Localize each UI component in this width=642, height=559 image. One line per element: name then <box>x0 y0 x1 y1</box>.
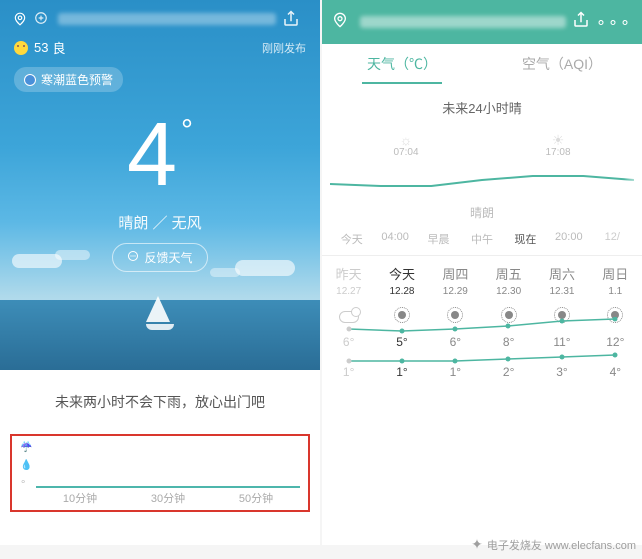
day-date: 1.1 <box>589 286 642 297</box>
sailboat-icon <box>146 296 174 330</box>
rain-mid-icon: 💧 <box>20 460 32 471</box>
sunset: ☀ 17:08 <box>545 133 570 158</box>
tab-air[interactable]: 空气（AQI） <box>482 44 642 84</box>
day-col: 周四 12.29 6° 1° <box>429 264 482 379</box>
precipitation-x-axis: 10分钟 30分钟 50分钟 <box>36 490 300 506</box>
day-name: 今天 <box>375 264 428 283</box>
hourly-temp-curve <box>330 166 634 194</box>
day-col: 周六 12.31 11° 3° <box>535 264 588 379</box>
location-add-icon[interactable] <box>34 11 48 28</box>
cloud-icon <box>339 311 359 323</box>
day-col: 周日 1.1 12° 4° <box>589 264 642 379</box>
day-name: 周六 <box>535 264 588 283</box>
day-low: 2° <box>482 365 535 379</box>
day-col-today: 今天 12.28 5° 1° <box>375 264 428 379</box>
publish-time: 刚刚发布 <box>262 40 306 56</box>
condition-text: 晴朗 ／ 无风 <box>0 212 320 233</box>
precipitation-chart: ☔ 💧 ∘ 10分钟 30分钟 50分钟 <box>10 434 310 512</box>
sunny-icon <box>394 307 410 323</box>
day-date: 12.28 <box>375 286 428 297</box>
tab-weather[interactable]: 天气（℃） <box>322 44 482 84</box>
temperature-value: 4 <box>127 105 177 205</box>
share-icon[interactable] <box>282 10 300 28</box>
day-date: 12.29 <box>429 286 482 297</box>
day-high: 6° <box>322 335 375 349</box>
day-col-yesterday: 昨天 12.27 6° 1° <box>322 264 375 379</box>
day-name: 昨天 <box>322 264 375 283</box>
sunrise-icon: ☼ <box>393 133 418 147</box>
sunny-icon <box>501 307 517 323</box>
day-low: 1° <box>375 365 428 379</box>
x-tick: 50分钟 <box>239 490 273 506</box>
hourly-forecast-panel[interactable]: 未来24小时晴 ☼ 07:04 ☀ 17:08 晴朗 今天 04:00 早晨 中… <box>322 84 642 256</box>
alert-text: 寒潮蓝色预警 <box>41 71 113 88</box>
hourly-timeline: 今天 04:00 早晨 中午 现在 20:00 12/ <box>330 231 634 247</box>
day-name: 周五 <box>482 264 535 283</box>
x-tick: 10分钟 <box>63 490 97 506</box>
time-cell: 04:00 <box>373 231 416 247</box>
day-high: 5° <box>375 335 428 349</box>
day-high: 11° <box>535 335 588 349</box>
hourly-title: 未来24小时晴 <box>330 98 634 117</box>
weather-app-forecast-screen: ∘∘∘ 天气（℃） 空气（AQI） 未来24小时晴 ☼ 07:04 ☀ 17:0… <box>322 0 642 545</box>
aqi-face-icon <box>14 41 28 55</box>
day-date: 12.27 <box>322 286 375 297</box>
location-pin-icon[interactable] <box>12 11 28 27</box>
x-tick: 30分钟 <box>151 490 185 506</box>
clouds-decoration <box>0 250 320 290</box>
sunset-time: 17:08 <box>545 147 570 158</box>
sunrise-time: 07:04 <box>393 147 418 158</box>
sunrise: ☼ 07:04 <box>393 133 418 158</box>
weather-alert-pill[interactable]: 寒潮蓝色预警 <box>14 67 123 92</box>
hourly-condition: 晴朗 <box>330 204 634 221</box>
weather-tabs: 天气（℃） 空气（AQI） <box>322 44 642 84</box>
weather-app-main-screen: 53 良 刚刚发布 寒潮蓝色预警 4° 晴朗 ／ 无风 反馈天气 <box>0 0 320 545</box>
more-icon[interactable]: ∘∘∘ <box>596 12 632 32</box>
day-col: 周五 12.30 8° 2° <box>482 264 535 379</box>
aqi-value: 53 <box>34 40 48 55</box>
time-cell: 12/ <box>591 231 634 247</box>
top-bar <box>0 0 320 38</box>
degree-symbol: ° <box>181 114 193 147</box>
location-text-redacted <box>58 13 276 25</box>
precipitation-line <box>36 486 300 488</box>
time-cell: 中午 <box>460 231 503 247</box>
time-cell-now: 现在 <box>504 231 547 247</box>
sunny-icon <box>447 307 463 323</box>
day-low: 3° <box>535 365 588 379</box>
sea-decoration <box>0 300 320 370</box>
rain-heavy-icon: ☔ <box>20 442 32 453</box>
day-low: 4° <box>589 365 642 379</box>
shield-icon <box>24 74 36 86</box>
sunny-icon <box>607 307 623 323</box>
share-icon[interactable] <box>572 11 590 34</box>
day-name: 周日 <box>589 264 642 283</box>
top-bar: ∘∘∘ <box>322 0 642 44</box>
rain-light-icon: ∘ <box>20 477 32 488</box>
location-pin-icon[interactable] <box>332 12 348 33</box>
day-low: 1° <box>429 365 482 379</box>
day-name: 周四 <box>429 264 482 283</box>
aqi-level: 良 <box>52 38 65 57</box>
time-cell: 20:00 <box>547 231 590 247</box>
sky-hero: 53 良 刚刚发布 寒潮蓝色预警 4° 晴朗 ／ 无风 反馈天气 <box>0 0 320 370</box>
sunset-icon: ☀ <box>545 133 570 147</box>
day-high: 6° <box>429 335 482 349</box>
location-text-redacted <box>360 16 566 28</box>
day-date: 12.30 <box>482 286 535 297</box>
aqi-row[interactable]: 53 良 刚刚发布 <box>0 38 320 57</box>
time-cell: 今天 <box>330 231 373 247</box>
daily-forecast-row[interactable]: 昨天 12.27 6° 1° 今天 12.28 5° 1° 周四 12.29 6… <box>322 256 642 383</box>
time-cell: 早晨 <box>417 231 460 247</box>
two-hour-forecast-text: 未来两小时不会下雨，放心出门吧 <box>0 370 320 434</box>
day-high: 8° <box>482 335 535 349</box>
day-high: 12° <box>589 335 642 349</box>
current-temperature: 4° <box>0 110 320 200</box>
day-date: 12.31 <box>535 286 588 297</box>
day-low: 1° <box>322 365 375 379</box>
sunny-icon <box>554 307 570 323</box>
